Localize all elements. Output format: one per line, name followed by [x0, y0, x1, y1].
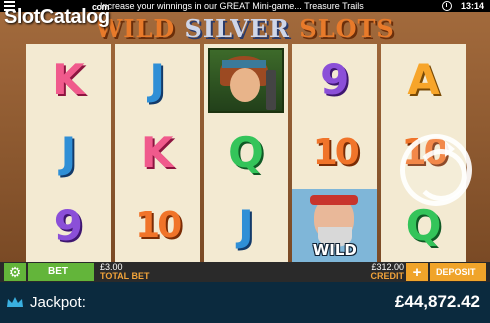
- symbol-10: 10: [135, 204, 182, 246]
- jackpot-amount: £44,872.42: [394, 292, 480, 311]
- reel-1: K J 9: [26, 44, 111, 262]
- total-bet-label: TOTAL BET: [100, 271, 150, 281]
- plus-icon[interactable]: +: [406, 263, 428, 281]
- symbol-j: J: [238, 200, 254, 250]
- marquee-message: Increase your winnings in our GREAT Mini…: [100, 1, 364, 11]
- reel-2: J K 10: [114, 44, 200, 262]
- crown-icon: [7, 297, 23, 307]
- symbol-q: Q: [228, 128, 264, 177]
- gunslinger-portrait-icon: [207, 48, 285, 113]
- symbol-j: J: [60, 128, 77, 177]
- symbol-9: 9: [320, 55, 350, 105]
- bet-button[interactable]: BET: [28, 263, 94, 281]
- reel-4: 9 10 WILD: [292, 44, 378, 263]
- symbol-10: 10: [312, 132, 360, 173]
- symbol-wild: WILD: [292, 189, 378, 263]
- watermark-sub: com: [92, 2, 110, 12]
- symbol-9: 9: [53, 200, 84, 250]
- wild-prospector-icon: WILD: [292, 189, 378, 263]
- title-slots: SLOTS: [299, 14, 395, 43]
- title-silver: SILVER: [184, 14, 290, 43]
- jackpot-bar: Jackpot: £44,872.42: [0, 282, 490, 323]
- total-bet: £3.00 TOTAL BET: [100, 263, 150, 281]
- spin-button[interactable]: [400, 134, 472, 206]
- reel-3: Q J: [203, 44, 289, 262]
- symbol-k: K: [140, 128, 174, 177]
- deposit-button[interactable]: DEPOSIT: [430, 263, 486, 281]
- credit: £312.00 CREDIT: [371, 263, 405, 281]
- symbol-gunslinger: [204, 44, 289, 117]
- symbol-j: J: [149, 55, 166, 105]
- symbol-k: K: [52, 55, 85, 105]
- symbol-a: A: [407, 55, 440, 105]
- clock-icon: [442, 1, 452, 11]
- credit-label: CREDIT: [370, 271, 405, 281]
- jackpot-label: Jackpot:: [30, 294, 86, 311]
- bottom-bar: ⚙ BET £3.00 TOTAL BET £312.00 CREDIT + D…: [0, 262, 490, 282]
- reels[interactable]: K J 9 J K 10 Q J 9 10 WILD A 10 Q: [26, 44, 466, 263]
- settings-gear-icon[interactable]: ⚙: [4, 263, 26, 281]
- watermark-logo: SlotCatalog com: [4, 2, 110, 29]
- clock-time: 13:14: [460, 1, 484, 11]
- game-area: WILD SILVER SLOTS K J 9 J K 10 Q J 9 10: [0, 12, 490, 263]
- wild-label: WILD: [312, 241, 357, 260]
